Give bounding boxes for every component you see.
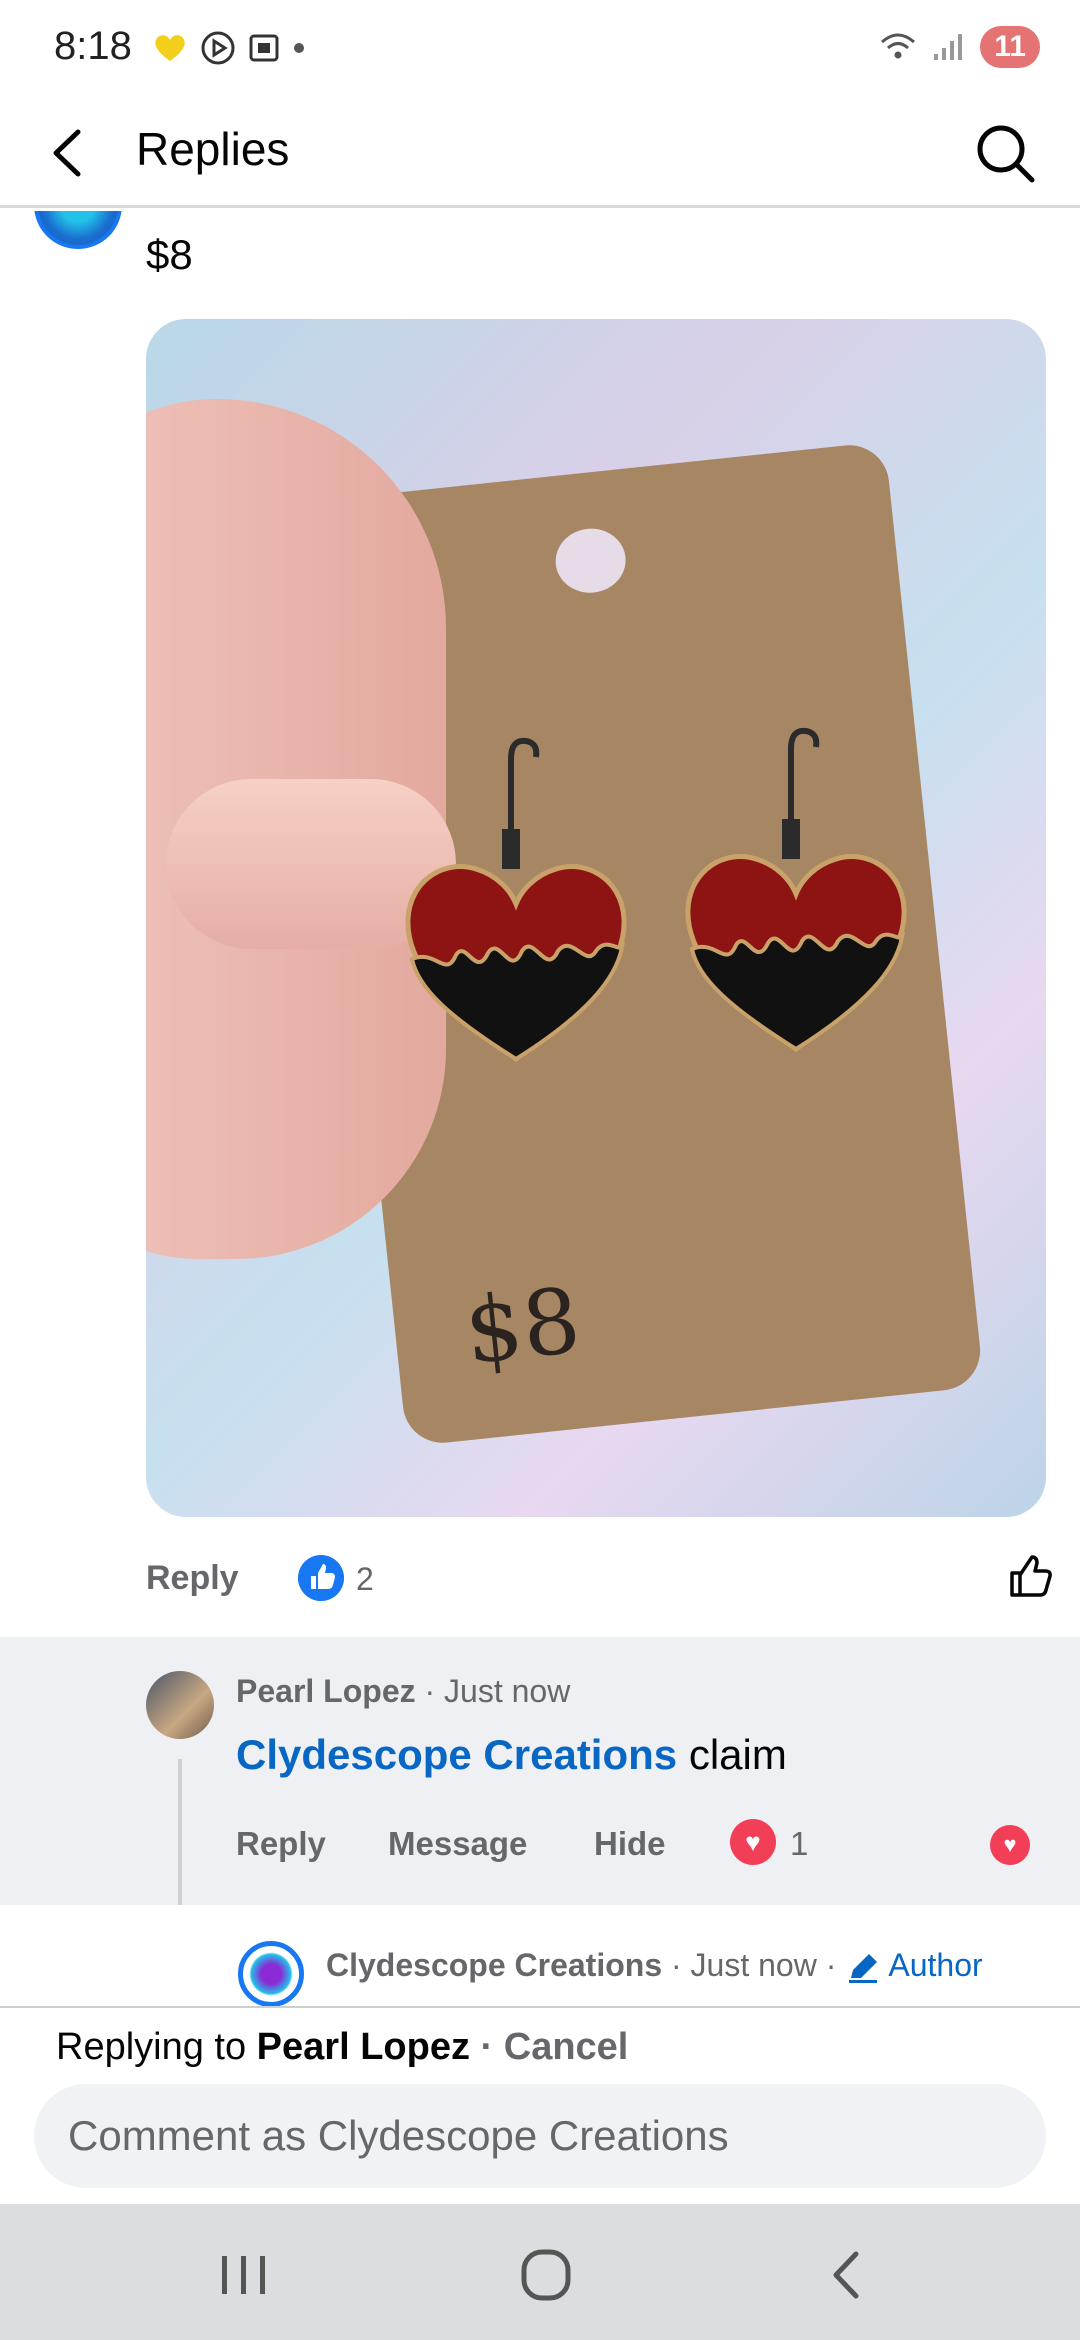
thumbs-up-icon[interactable] (1006, 1551, 1056, 1601)
play-circle-icon (201, 31, 235, 65)
right-earring (685, 727, 907, 1053)
wifi-icon (881, 33, 916, 59)
reply-reply-button[interactable]: Reply (236, 1825, 326, 1863)
reaction-count: 1 (790, 1825, 809, 1862)
top-navigation: Replies (0, 96, 1080, 208)
comment-thread[interactable]: $8 $8 Reply 2 Pearl Lopez · Just now Cly… (0, 211, 1080, 2006)
dot-icon (294, 43, 304, 53)
reply-avatar[interactable] (146, 1671, 214, 1739)
status-time: 8:18 (54, 24, 132, 68)
like-count: 2 (356, 1561, 374, 1597)
system-nav-bar (0, 2204, 1080, 2340)
comment-actions: Reply 2 (146, 1547, 1076, 1617)
screenshot-icon (249, 34, 279, 62)
left-earring (405, 737, 627, 1063)
system-back-icon[interactable] (808, 2240, 888, 2310)
like-reaction-icon[interactable] (298, 1555, 344, 1601)
message-button[interactable]: Message (388, 1825, 527, 1863)
reply-composer: Replying to Pearl Lopez · Cancel (0, 2006, 1080, 2204)
author-reply: Clydescope Creations · Just now · Author (0, 1905, 1080, 2006)
author-name[interactable]: Clydescope Creations (326, 1947, 662, 1983)
pencil-icon (849, 1953, 878, 1983)
reply-actions: Reply Message Hide ♥ 1 ♥ (236, 1819, 1056, 1879)
comment-input[interactable] (34, 2084, 1046, 2188)
cancel-reply-button[interactable]: Cancel (504, 2026, 629, 2068)
reply-body: Clydescope Creations claim (236, 1731, 787, 1779)
status-bar: 8:18 11 (0, 0, 1080, 96)
page-title: Replies (136, 123, 290, 175)
replying-to-banner: Replying to Pearl Lopez · Cancel (56, 2026, 628, 2069)
reply-button[interactable]: Reply (146, 1559, 239, 1598)
system-status-icons: 11 (878, 26, 1040, 68)
hide-button[interactable]: Hide (594, 1825, 666, 1863)
reply-author[interactable]: Pearl Lopez (236, 1673, 416, 1709)
home-icon[interactable] (506, 2240, 586, 2310)
signal-icon (934, 34, 963, 60)
love-reaction-icon[interactable]: ♥ (730, 1819, 776, 1865)
love-button-icon[interactable]: ♥ (990, 1825, 1030, 1865)
replying-name: Pearl Lopez (256, 2026, 470, 2068)
reply-time: · Just now (424, 1673, 571, 1709)
mention-link[interactable]: Clydescope Creations (236, 1731, 677, 1778)
recent-apps-icon[interactable] (204, 2240, 284, 2310)
author-time: · Just now · (671, 1947, 837, 1983)
reply-meta: Pearl Lopez · Just now (236, 1673, 570, 1710)
comment-photo[interactable]: $8 (146, 319, 1046, 1517)
card-hole (552, 525, 629, 597)
notification-icons (150, 30, 306, 66)
search-icon[interactable] (970, 118, 1040, 188)
author-badge: Author (888, 1947, 983, 1983)
handwritten-price: $8 (460, 1268, 586, 1385)
comment-text: $8 (146, 231, 193, 278)
author-meta: Clydescope Creations · Just now · Author (326, 1947, 983, 1984)
back-arrow-icon[interactable] (40, 118, 100, 188)
replying-prefix: Replying to (56, 2026, 257, 2068)
heart-wings-icon (155, 35, 185, 61)
battery-level: 11 (980, 26, 1040, 68)
commenter-avatar[interactable] (34, 211, 122, 249)
reply-text: claim (677, 1731, 787, 1778)
reply-comment: Pearl Lopez · Just now Clydescope Creati… (0, 1637, 1080, 1905)
replying-separator: · (469, 2026, 504, 2068)
author-avatar[interactable] (238, 1941, 304, 2006)
